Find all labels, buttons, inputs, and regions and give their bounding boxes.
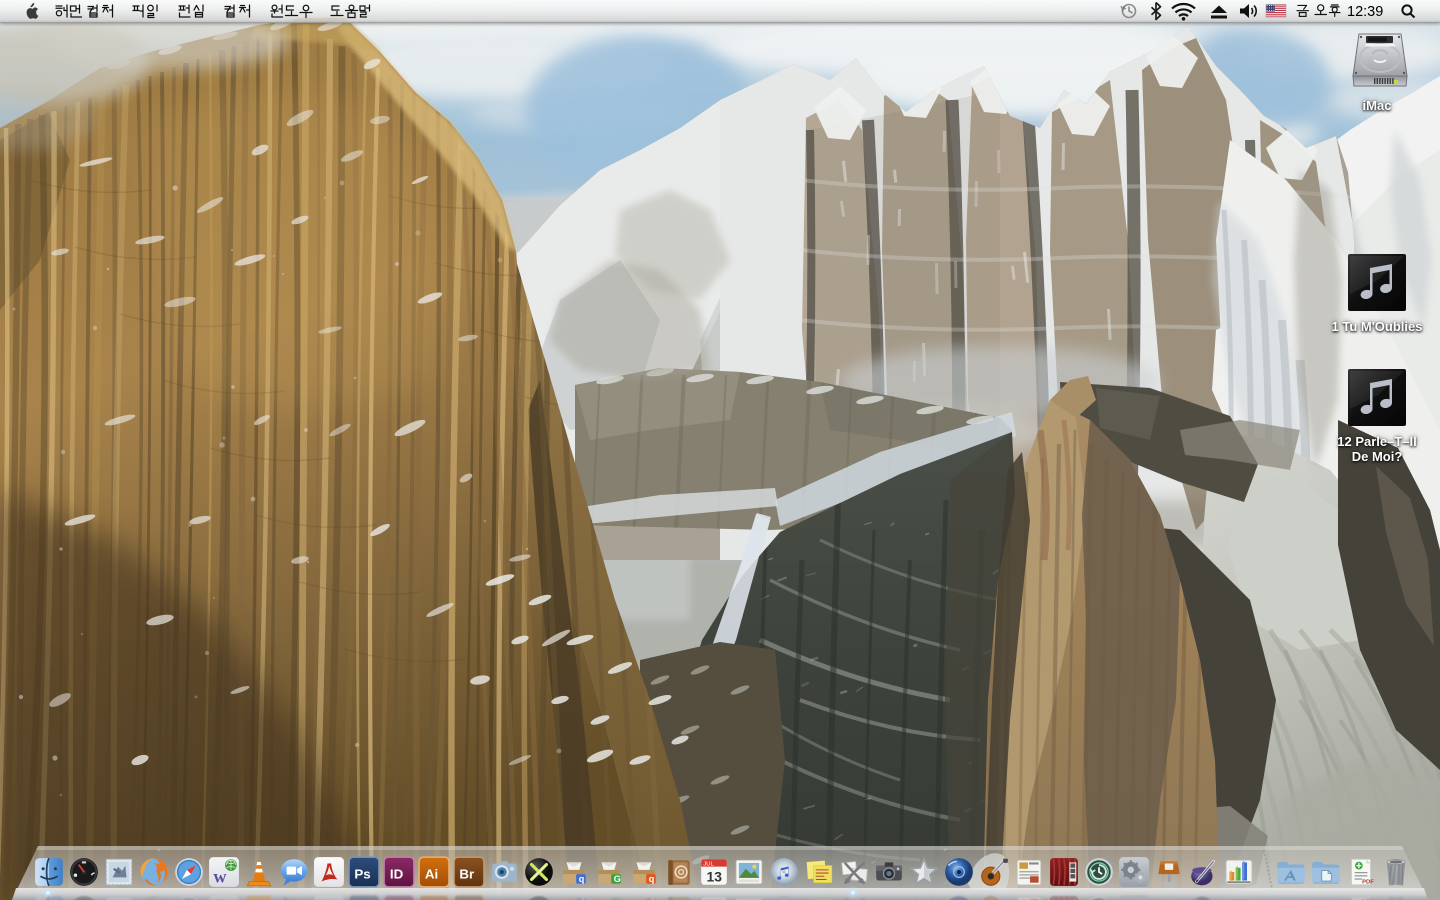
svg-text:13: 13 — [707, 869, 723, 885]
svg-text:Ai: Ai — [425, 866, 438, 881]
svg-text:G: G — [614, 874, 621, 884]
svg-text:w: w — [213, 895, 226, 900]
svg-text:q: q — [649, 874, 655, 884]
svg-text:PDF: PDF — [1362, 880, 1374, 886]
svg-text:Ps: Ps — [354, 866, 370, 881]
svg-text:ID: ID — [390, 866, 404, 881]
svg-text:q: q — [579, 874, 585, 884]
svg-text:PDF: PDF — [1362, 896, 1374, 900]
svg-text:Br: Br — [459, 866, 474, 881]
svg-text:w: w — [213, 867, 226, 887]
svg-text:JUL: JUL — [703, 862, 714, 868]
svg-text:12:39: 12:39 — [1347, 4, 1383, 20]
